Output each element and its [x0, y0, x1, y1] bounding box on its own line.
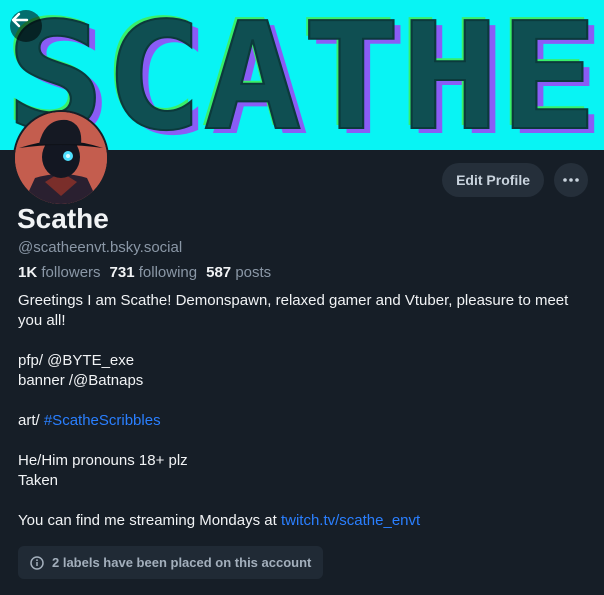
bio-pronouns: He/Him pronouns 18+ plz: [18, 452, 188, 469]
profile-handle: @scatheenvt.bsky.social: [18, 239, 183, 256]
bio-art-line: art/ #ScatheScribbles: [18, 412, 161, 429]
bio-status: Taken: [18, 472, 59, 489]
twitch-link[interactable]: twitch.tv/scathe_envt: [281, 512, 420, 529]
labels-notice-text: 2 labels have been placed on this accoun…: [52, 555, 312, 570]
back-button[interactable]: [10, 10, 42, 42]
bio-stream-line: You can find me streaming Mondays at twi…: [18, 512, 421, 529]
hashtag-link[interactable]: #ScatheScribbles: [44, 412, 161, 429]
bio-intro: Greetings I am Scathe! Demonspawn, relax…: [18, 292, 569, 329]
labels-notice-button[interactable]: 2 labels have been placed on this accoun…: [18, 546, 324, 579]
followers-stat[interactable]: 1K followers: [18, 264, 101, 281]
edit-profile-button[interactable]: Edit Profile: [442, 163, 544, 197]
profile-bio: Greetings I am Scathe! Demonspawn, relax…: [18, 291, 588, 531]
profile-actions: Edit Profile: [442, 163, 588, 197]
posts-stat: 587 posts: [206, 264, 272, 281]
info-icon: [30, 555, 44, 570]
profile-name: Scathe: [17, 203, 109, 234]
bio-banner-credit: banner /@Batnaps: [18, 372, 144, 389]
more-options-button[interactable]: [554, 163, 588, 197]
bio-pfp-credit: pfp/ @BYTE_exe: [18, 352, 135, 369]
more-dots-icon: [563, 178, 579, 182]
arrow-left-icon: [11, 12, 29, 28]
following-stat[interactable]: 731 following: [110, 264, 198, 281]
avatar-image: [15, 112, 107, 204]
profile-stats: 1K followers 731 following 587 posts: [18, 264, 271, 281]
avatar[interactable]: [13, 110, 109, 206]
